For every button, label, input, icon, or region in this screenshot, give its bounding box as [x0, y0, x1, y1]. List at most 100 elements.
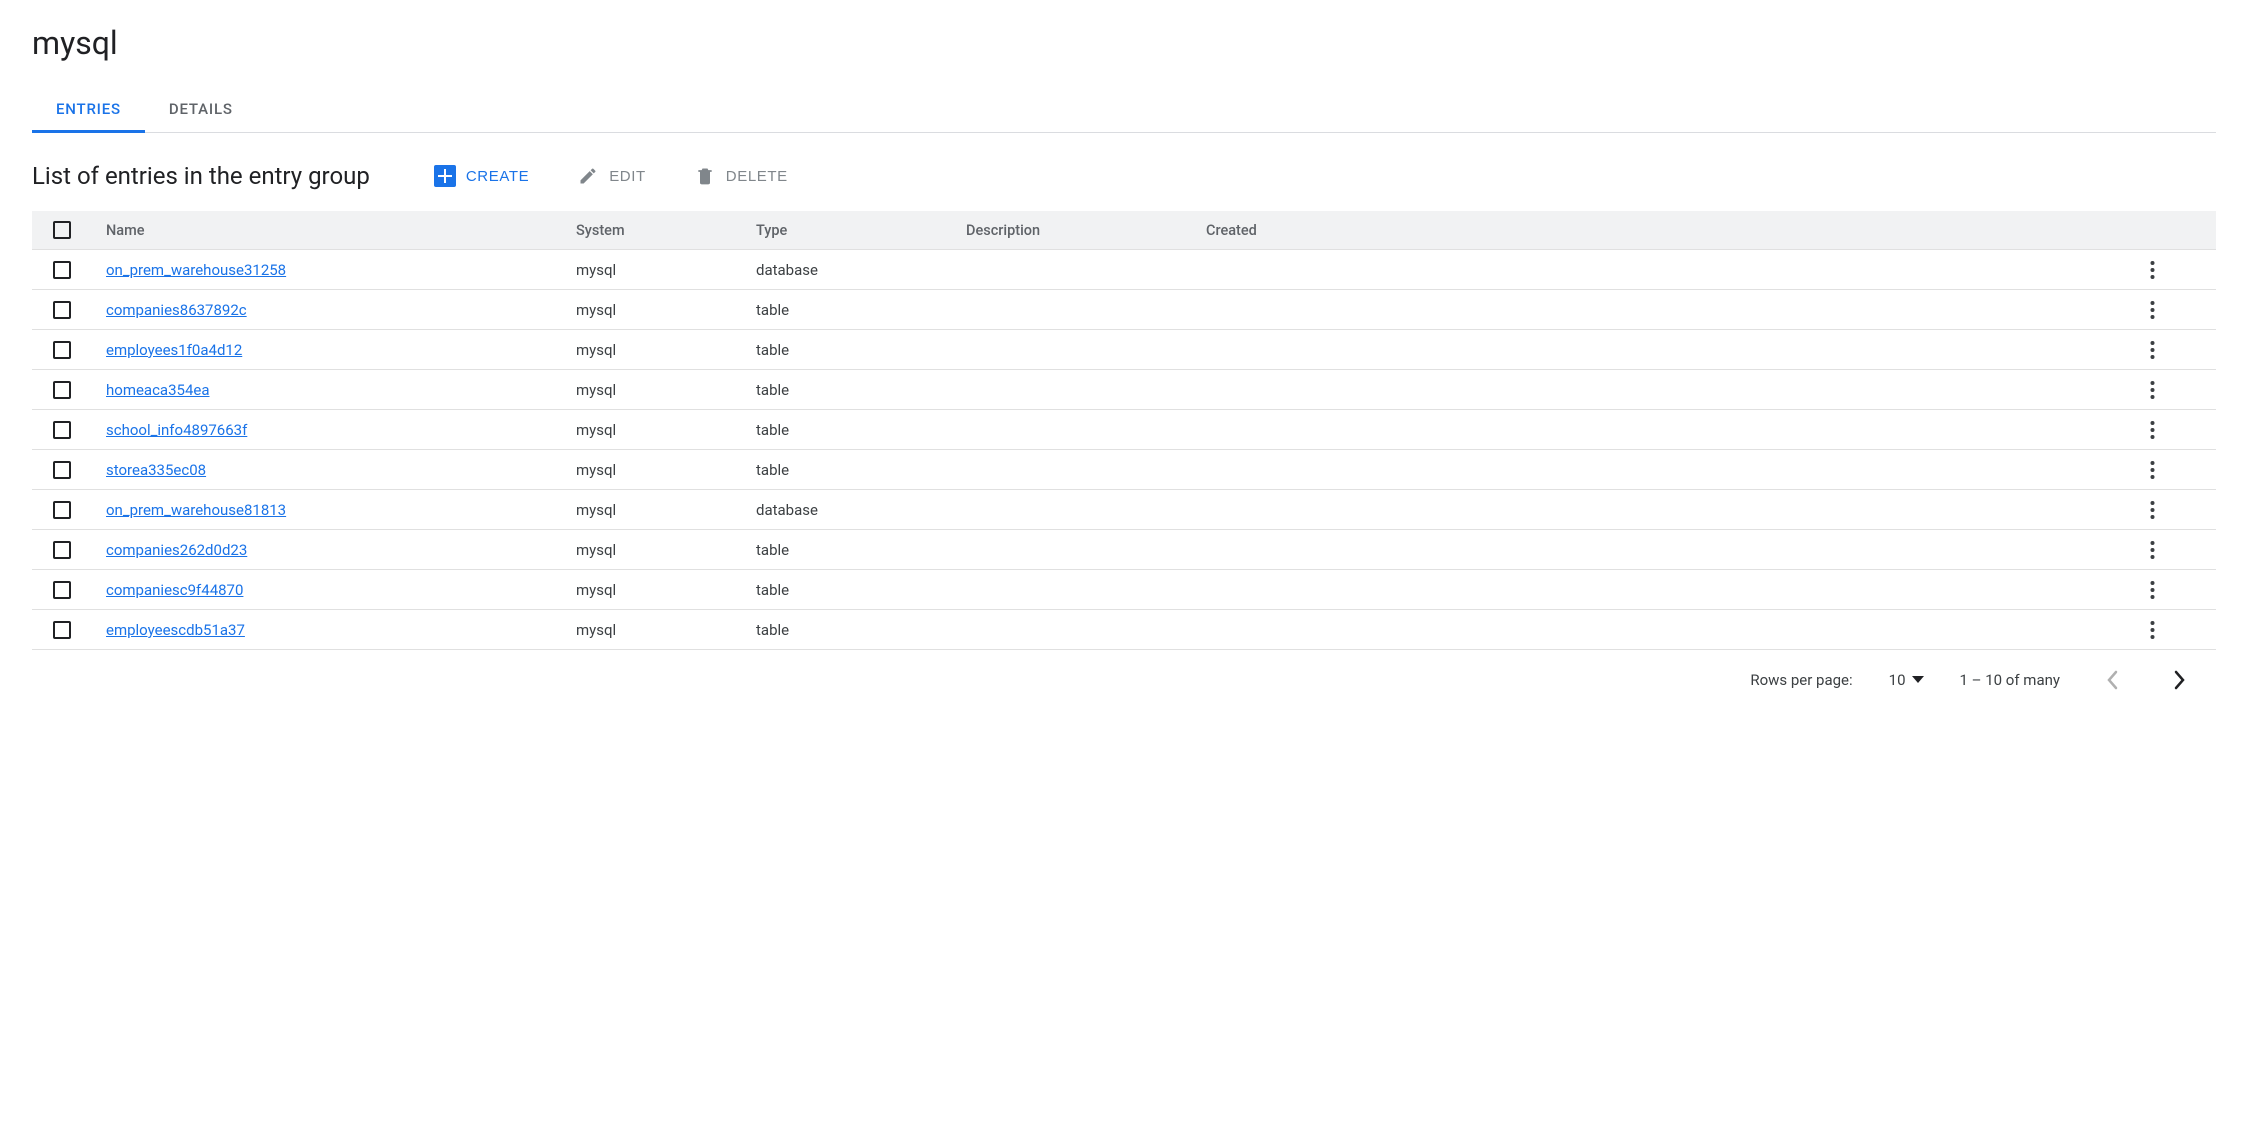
entry-type: table: [742, 570, 952, 610]
entry-created: [1192, 490, 2136, 530]
rows-per-page-value: 10: [1889, 671, 1906, 689]
tab-details[interactable]: DETAILS: [145, 90, 257, 133]
entry-created: [1192, 610, 2136, 650]
edit-button-label: EDIT: [609, 168, 646, 185]
more-vert-icon: [2150, 381, 2155, 399]
previous-page-button[interactable]: [2096, 664, 2128, 696]
row-actions-menu[interactable]: [2150, 381, 2202, 399]
row-actions-menu[interactable]: [2150, 421, 2202, 439]
toolbar: List of entries in the entry group CREAT…: [32, 159, 2216, 193]
row-actions-menu[interactable]: [2150, 581, 2202, 599]
entry-created: [1192, 570, 2136, 610]
entry-name-link[interactable]: employees1f0a4d12: [106, 341, 242, 359]
entries-table: Name System Type Description Created on_…: [32, 211, 2216, 650]
more-vert-icon: [2150, 341, 2155, 359]
row-actions-menu[interactable]: [2150, 621, 2202, 639]
table-row: companies262d0d23 mysqltable: [32, 530, 2216, 570]
row-checkbox[interactable]: [53, 621, 71, 639]
row-checkbox[interactable]: [53, 581, 71, 599]
entry-system: mysql: [562, 530, 742, 570]
row-checkbox[interactable]: [53, 301, 71, 319]
entry-name-link[interactable]: companiesc9f44870: [106, 581, 243, 599]
entry-description: [952, 250, 1192, 290]
entry-system: mysql: [562, 370, 742, 410]
entry-system: mysql: [562, 330, 742, 370]
tabs: ENTRIES DETAILS: [32, 90, 2216, 133]
row-checkbox[interactable]: [53, 541, 71, 559]
entry-description: [952, 290, 1192, 330]
row-checkbox[interactable]: [53, 381, 71, 399]
entry-type: table: [742, 610, 952, 650]
dropdown-icon: [1912, 676, 1924, 684]
entry-name-link[interactable]: storea335ec08: [106, 461, 206, 479]
entry-type: table: [742, 410, 952, 450]
more-vert-icon: [2150, 461, 2155, 479]
chevron-left-icon: [2106, 670, 2118, 690]
table-row: on_prem_warehouse81813mysqldatabase: [32, 490, 2216, 530]
more-vert-icon: [2150, 421, 2155, 439]
select-all-checkbox[interactable]: [53, 221, 71, 239]
entry-name-link[interactable]: employeescdb51a37: [106, 621, 245, 639]
entry-description: [952, 610, 1192, 650]
tab-entries[interactable]: ENTRIES: [32, 90, 145, 133]
row-actions-menu[interactable]: [2150, 261, 2202, 279]
row-actions-menu[interactable]: [2150, 541, 2202, 559]
entry-name-link[interactable]: companies262d0d23: [106, 541, 247, 559]
entry-description: [952, 410, 1192, 450]
row-checkbox[interactable]: [53, 421, 71, 439]
entry-created: [1192, 410, 2136, 450]
row-checkbox[interactable]: [53, 341, 71, 359]
pencil-icon: [577, 165, 599, 187]
entry-type: table: [742, 450, 952, 490]
entry-type: table: [742, 530, 952, 570]
entry-name-link[interactable]: companies8637892c: [106, 301, 247, 319]
entry-name-link[interactable]: school_info4897663f: [106, 421, 247, 439]
next-page-button[interactable]: [2164, 664, 2196, 696]
more-vert-icon: [2150, 261, 2155, 279]
entry-system: mysql: [562, 290, 742, 330]
more-vert-icon: [2150, 501, 2155, 519]
table-row: on_prem_warehouse31258mysqldatabase: [32, 250, 2216, 290]
row-checkbox[interactable]: [53, 501, 71, 519]
plus-icon: [434, 165, 456, 187]
entry-created: [1192, 290, 2136, 330]
entry-system: mysql: [562, 410, 742, 450]
row-checkbox[interactable]: [53, 461, 71, 479]
entry-type: table: [742, 290, 952, 330]
column-header-type: Type: [742, 211, 952, 250]
edit-button[interactable]: EDIT: [573, 159, 650, 193]
delete-button[interactable]: DELETE: [690, 159, 792, 193]
table-row: companies8637892c mysqltable: [32, 290, 2216, 330]
rows-per-page-label: Rows per page:: [1750, 671, 1852, 689]
row-actions-menu[interactable]: [2150, 341, 2202, 359]
row-actions-menu[interactable]: [2150, 461, 2202, 479]
rows-per-page-select[interactable]: 10: [1889, 671, 1924, 689]
page-title: mysql: [32, 24, 2216, 62]
entry-name-link[interactable]: homeaca354ea: [106, 381, 210, 399]
create-button[interactable]: CREATE: [430, 159, 533, 193]
table-row: school_info4897663f mysqltable: [32, 410, 2216, 450]
row-checkbox[interactable]: [53, 261, 71, 279]
entry-created: [1192, 450, 2136, 490]
table-header-row: Name System Type Description Created: [32, 211, 2216, 250]
entry-name-link[interactable]: on_prem_warehouse81813: [106, 501, 286, 519]
entry-description: [952, 530, 1192, 570]
column-header-name: Name: [92, 211, 562, 250]
entry-description: [952, 570, 1192, 610]
entry-created: [1192, 370, 2136, 410]
entry-system: mysql: [562, 490, 742, 530]
row-actions-menu[interactable]: [2150, 301, 2202, 319]
entry-name-link[interactable]: on_prem_warehouse31258: [106, 261, 286, 279]
entry-description: [952, 450, 1192, 490]
toolbar-title: List of entries in the entry group: [32, 162, 370, 190]
row-actions-menu[interactable]: [2150, 501, 2202, 519]
entry-created: [1192, 530, 2136, 570]
column-header-system: System: [562, 211, 742, 250]
table-row: homeaca354eamysqltable: [32, 370, 2216, 410]
entry-description: [952, 330, 1192, 370]
column-header-created: Created: [1192, 211, 2136, 250]
entry-system: mysql: [562, 610, 742, 650]
entry-type: database: [742, 250, 952, 290]
table-row: storea335ec08mysqltable: [32, 450, 2216, 490]
entry-description: [952, 370, 1192, 410]
